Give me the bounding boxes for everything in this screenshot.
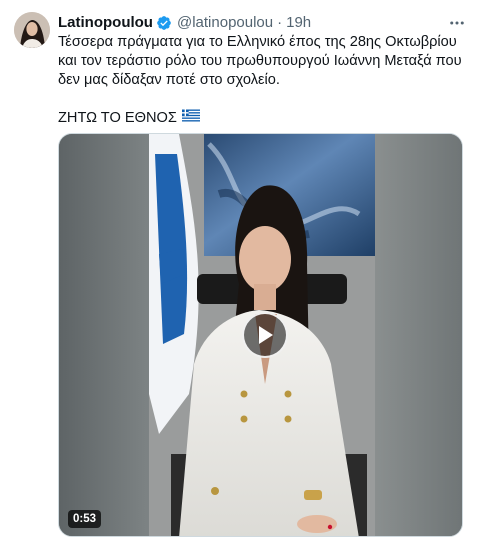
tweet-text-line: και τον τεράστιο ρόλο του πρωθυπουργού Ι… <box>58 53 462 69</box>
avatar[interactable] <box>14 12 50 48</box>
tweet[interactable]: Latinopoulou @latinopoulou · 19h Τέσσερα… <box>0 0 503 544</box>
display-name[interactable]: Latinopoulou <box>58 13 153 33</box>
video-player[interactable]: 0:53 <box>58 133 463 537</box>
tweet-text-line: δεν μας δίδαξαν ποτέ στο σχολείο. <box>58 72 280 88</box>
more-options-icon[interactable] <box>446 12 468 34</box>
video-duration: 0:53 <box>68 510 102 528</box>
tweet-text-line: Τέσσερα πράγματα για το Ελληνικό έπος τη… <box>58 34 457 50</box>
user-handle[interactable]: @latinopoulou <box>177 13 273 33</box>
verified-badge-icon <box>156 15 172 31</box>
tweet-header: Latinopoulou @latinopoulou · 19h <box>58 13 311 33</box>
header-separator: · <box>277 14 283 31</box>
tweet-timestamp[interactable]: 19h <box>286 13 311 33</box>
tweet-slogan: ΖΗΤΩ ΤΟ ΕΘΝΟΣ <box>58 110 177 126</box>
greek-flag-icon <box>181 109 200 128</box>
play-icon[interactable] <box>242 312 288 358</box>
tweet-text: Τέσσερα πράγματα για το Ελληνικό έπος τη… <box>58 33 478 128</box>
